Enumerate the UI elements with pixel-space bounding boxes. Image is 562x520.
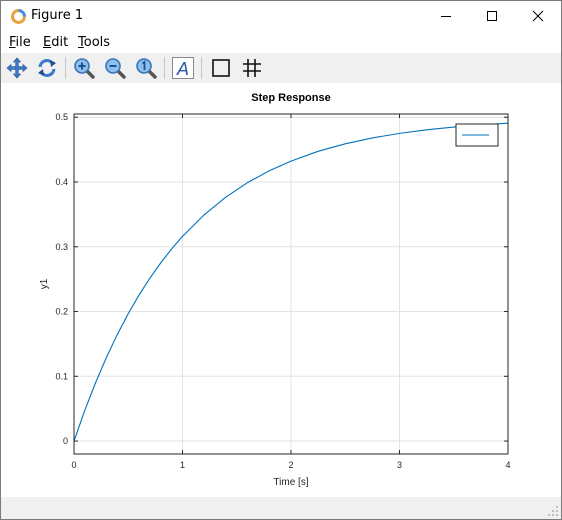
close-button[interactable] bbox=[515, 1, 561, 31]
minimize-icon bbox=[441, 16, 451, 17]
chart[interactable]: Step Response 0 1 2 3 4 0 0.1 0.2 0.3 0.4 0.5 Time… bbox=[1, 83, 561, 497]
menu-edit-mnemonic: E bbox=[43, 35, 52, 50]
toggle-grid-button[interactable] bbox=[239, 55, 265, 81]
rotate-icon bbox=[38, 59, 56, 77]
zoom-reset-button[interactable] bbox=[133, 55, 159, 81]
figure-window: Figure 1 File Edit Tools A Step Response… bbox=[0, 0, 562, 520]
zoom-reset-icon bbox=[136, 58, 157, 79]
grid-icon bbox=[243, 59, 261, 77]
text-icon-glyph: A bbox=[176, 59, 189, 79]
x-tick-label: 2 bbox=[288, 460, 293, 470]
zoom-out-icon bbox=[105, 58, 126, 79]
chart-title: Step Response bbox=[251, 92, 330, 104]
y-tick-label: 0.3 bbox=[55, 242, 68, 252]
zoom-out-button[interactable] bbox=[102, 55, 128, 81]
x-tick-label: 1 bbox=[180, 460, 185, 470]
menu-tools[interactable]: Tools bbox=[78, 35, 110, 50]
menu-file-rest: ile bbox=[15, 35, 31, 50]
toggle-box-button[interactable] bbox=[208, 55, 234, 81]
octave-app-icon bbox=[11, 9, 26, 24]
axes-box-icon bbox=[212, 59, 230, 77]
figure-canvas[interactable]: Step Response 0 1 2 3 4 0 0.1 0.2 0.3 0.4 0.5 Time… bbox=[1, 83, 561, 497]
menu-bar: File Edit Tools bbox=[1, 31, 561, 53]
menu-tools-rest: ools bbox=[83, 35, 111, 50]
x-tick-label: 3 bbox=[397, 460, 402, 470]
x-tick-label: 4 bbox=[505, 460, 510, 470]
text-icon: A bbox=[172, 57, 194, 79]
toolbar-separator bbox=[65, 57, 66, 79]
status-bar bbox=[1, 497, 561, 519]
x-tick-label: 0 bbox=[71, 460, 76, 470]
title-bar[interactable]: Figure 1 bbox=[1, 1, 561, 31]
y-axis-label: y1 bbox=[39, 278, 50, 289]
y-tick-label: 0.1 bbox=[55, 371, 68, 381]
menu-file[interactable]: File bbox=[9, 35, 31, 50]
rotate-button[interactable] bbox=[34, 55, 60, 81]
window-title: Figure 1 bbox=[31, 8, 84, 23]
menu-edit[interactable]: Edit bbox=[43, 35, 68, 50]
close-icon bbox=[532, 10, 544, 22]
maximize-icon bbox=[487, 11, 497, 21]
resize-grip-icon[interactable] bbox=[547, 505, 559, 517]
y-tick-label: 0.5 bbox=[55, 112, 68, 122]
toolbar-separator bbox=[164, 57, 165, 79]
zoom-in-button[interactable] bbox=[71, 55, 97, 81]
x-axis-label: Time [s] bbox=[273, 477, 308, 488]
zoom-in-icon bbox=[74, 58, 95, 79]
pan-button[interactable] bbox=[4, 55, 30, 81]
insert-text-button[interactable]: A bbox=[170, 55, 196, 81]
menu-edit-rest: dit bbox=[51, 35, 69, 50]
y-tick-label: 0.2 bbox=[55, 307, 68, 317]
legend[interactable] bbox=[455, 123, 499, 147]
pan-icon bbox=[6, 57, 28, 79]
y-tick-label: 0 bbox=[63, 436, 68, 446]
figure-toolbar: A bbox=[1, 53, 561, 83]
maximize-button[interactable] bbox=[469, 1, 515, 31]
minimize-button[interactable] bbox=[423, 1, 469, 31]
toolbar-separator bbox=[201, 57, 202, 79]
y-tick-label: 0.4 bbox=[55, 177, 68, 187]
